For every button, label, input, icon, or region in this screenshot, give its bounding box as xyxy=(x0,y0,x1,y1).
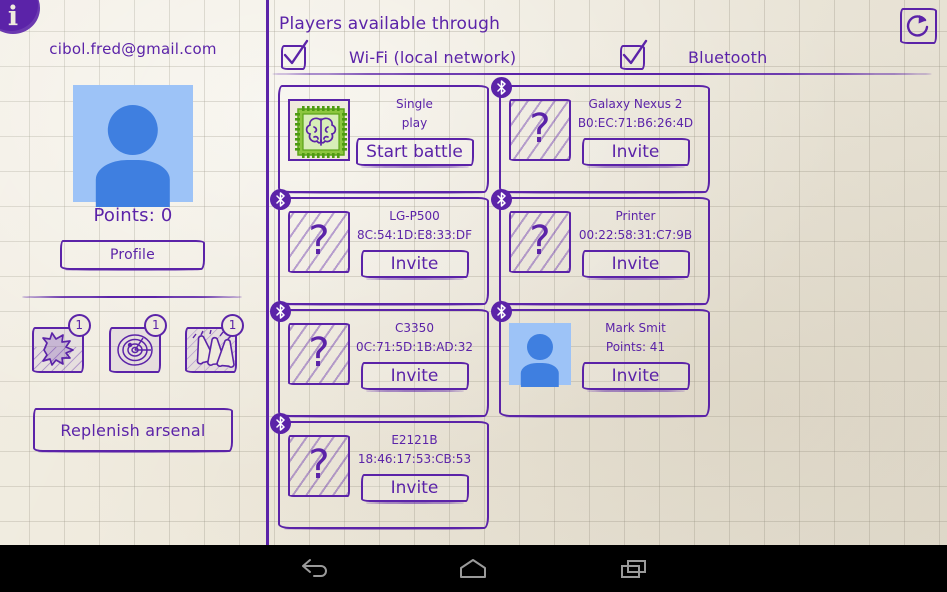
replenish-arsenal-label: Replenish arsenal xyxy=(60,421,205,440)
ai-brain-chip-icon xyxy=(288,99,350,161)
arsenal-item-mine[interactable]: 1 xyxy=(32,318,89,370)
android-navigation-bar xyxy=(0,545,947,592)
recents-button[interactable] xyxy=(604,553,664,585)
info-icon: i xyxy=(0,3,40,30)
bluetooth-checkbox[interactable] xyxy=(620,45,645,70)
home-button[interactable] xyxy=(443,553,503,585)
player-card-printer[interactable]: ? Printer 00:22:58:31:C7:9B Invite xyxy=(499,197,710,305)
player-mac-address: 0C:71:5D:1B:AD:32 xyxy=(356,339,473,355)
bluetooth-label[interactable]: Bluetooth xyxy=(688,48,767,67)
bluetooth-icon xyxy=(270,189,291,210)
player-avatar-icon xyxy=(509,323,571,385)
player-name: E2121B xyxy=(391,432,437,448)
player-card-galaxy-nexus-2[interactable]: ? Galaxy Nexus 2 B0:EC:71:B6:26:4D Invit… xyxy=(499,85,710,193)
player-card-mark-smit[interactable]: Mark Smit Points: 41 Invite xyxy=(499,309,710,417)
avatar xyxy=(73,85,193,202)
back-button[interactable] xyxy=(284,553,344,585)
player-name: C3350 xyxy=(395,320,434,336)
player-name: Galaxy Nexus 2 xyxy=(589,96,683,112)
player-card-e2121b[interactable]: ? E2121B 18:46:17:53:CB:53 Invite xyxy=(278,421,489,529)
invite-button[interactable]: Invite xyxy=(582,362,690,390)
unknown-player-icon: ? xyxy=(288,435,350,497)
unknown-player-icon: ? xyxy=(509,211,571,273)
start-battle-label: Start battle xyxy=(366,142,463,162)
home-icon xyxy=(457,557,489,581)
player-card-single-play[interactable]: Single play Start battle xyxy=(278,85,489,193)
points-label: Points: 0 xyxy=(0,205,266,226)
checkmark-icon xyxy=(619,38,650,69)
invite-button[interactable]: Invite xyxy=(361,362,469,390)
arsenal-badge-count: 1 xyxy=(221,314,244,337)
app-screen: i cibol.fred@gmail.com Points: 0 Profile xyxy=(0,0,947,592)
player-mac-address: 8C:54:1D:E8:33:DF xyxy=(357,227,472,243)
invite-label: Invite xyxy=(612,254,660,274)
invite-label: Invite xyxy=(391,254,439,274)
player-card-body: Galaxy Nexus 2 B0:EC:71:B6:26:4D Invite xyxy=(571,93,700,166)
player-card-body: Mark Smit Points: 41 Invite xyxy=(571,317,700,390)
wifi-checkbox[interactable] xyxy=(281,45,306,70)
bluetooth-icon xyxy=(491,77,512,98)
player-name: LG-P500 xyxy=(389,208,439,224)
page-title: Players available through xyxy=(279,14,500,34)
info-button[interactable]: i xyxy=(0,0,40,34)
checkmark-icon xyxy=(280,38,311,69)
refresh-icon xyxy=(904,12,933,40)
player-card-lg-p500[interactable]: ? LG-P500 8C:54:1D:E8:33:DF Invite xyxy=(278,197,489,305)
unknown-player-icon: ? xyxy=(288,323,350,385)
back-icon xyxy=(297,557,331,581)
invite-label: Invite xyxy=(612,142,660,162)
arsenal-item-torpedo[interactable]: 1 xyxy=(185,318,242,370)
invite-button[interactable]: Invite xyxy=(582,138,690,166)
panel-divider xyxy=(22,296,242,298)
account-email: cibol.fred@gmail.com xyxy=(0,40,266,58)
player-card-body: LG-P500 8C:54:1D:E8:33:DF Invite xyxy=(350,205,479,278)
bluetooth-icon xyxy=(491,301,512,322)
bluetooth-icon xyxy=(491,189,512,210)
invite-label: Invite xyxy=(391,478,439,498)
player-card-body: Printer 00:22:58:31:C7:9B Invite xyxy=(571,205,700,278)
replenish-arsenal-button[interactable]: Replenish arsenal xyxy=(33,408,233,452)
bluetooth-icon xyxy=(270,301,291,322)
arsenal-badge-count: 1 xyxy=(68,314,91,337)
profile-button-label: Profile xyxy=(110,247,155,263)
bluetooth-icon xyxy=(270,413,291,434)
arsenal-badge-count: 1 xyxy=(144,314,167,337)
profile-panel: cibol.fred@gmail.com Points: 0 Profile xyxy=(0,0,266,545)
avatar-person-icon xyxy=(73,85,193,202)
refresh-button[interactable] xyxy=(900,8,937,44)
unknown-player-icon: ? xyxy=(509,99,571,161)
invite-label: Invite xyxy=(391,366,439,386)
players-grid: Single play Start battle ? Galaxy Nexus … xyxy=(278,85,940,533)
invite-button[interactable]: Invite xyxy=(582,250,690,278)
vertical-divider xyxy=(266,0,269,545)
arsenal-row: 1 1 xyxy=(32,318,242,380)
unknown-player-icon: ? xyxy=(288,211,350,273)
profile-button[interactable]: Profile xyxy=(60,240,205,270)
player-card-body: Single play Start battle xyxy=(350,93,479,166)
player-sub: play xyxy=(402,115,427,131)
player-card-body: C3350 0C:71:5D:1B:AD:32 Invite xyxy=(350,317,479,390)
header-rule xyxy=(272,73,932,75)
player-points: Points: 41 xyxy=(606,339,665,355)
player-mac-address: 00:22:58:31:C7:9B xyxy=(579,227,692,243)
player-name: Single xyxy=(396,96,433,112)
recents-icon xyxy=(618,557,650,581)
wifi-label[interactable]: Wi-Fi (local network) xyxy=(349,48,516,67)
player-mac-address: 18:46:17:53:CB:53 xyxy=(358,451,471,467)
player-name: Printer xyxy=(616,208,656,224)
invite-label: Invite xyxy=(612,366,660,386)
start-battle-button[interactable]: Start battle xyxy=(356,138,474,166)
player-card-c3350[interactable]: ? C3350 0C:71:5D:1B:AD:32 Invite xyxy=(278,309,489,417)
invite-button[interactable]: Invite xyxy=(361,474,469,502)
arsenal-item-radar[interactable]: 1 xyxy=(109,318,166,370)
player-mac-address: B0:EC:71:B6:26:4D xyxy=(578,115,693,131)
player-name: Mark Smit xyxy=(605,320,666,336)
invite-button[interactable]: Invite xyxy=(361,250,469,278)
player-card-body: E2121B 18:46:17:53:CB:53 Invite xyxy=(350,429,479,502)
